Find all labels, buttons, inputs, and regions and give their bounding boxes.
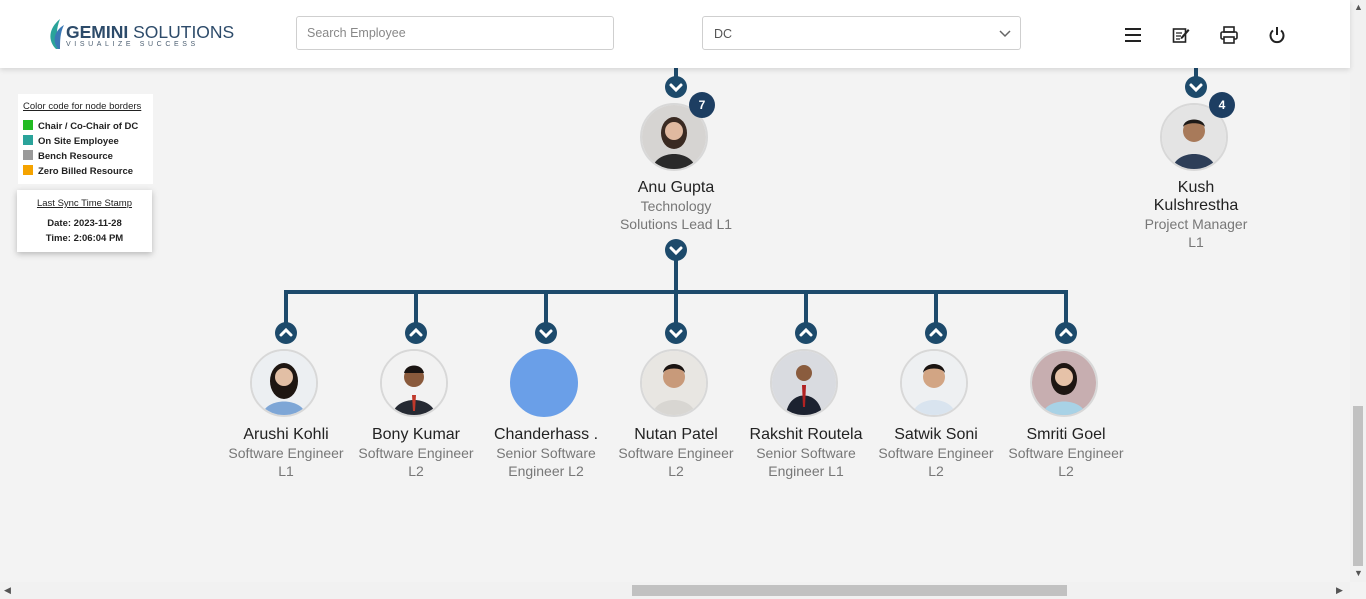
employee-name: Smriti Goel (1026, 426, 1106, 443)
employee-role: L2 (668, 463, 684, 479)
vertical-scrollbar[interactable]: ▲ ▼ (1350, 0, 1366, 582)
horizontal-scroll-thumb[interactable] (632, 585, 1067, 596)
toggle-nutan[interactable] (665, 322, 687, 344)
avatar-satwik-soni[interactable] (900, 349, 968, 417)
print-icon[interactable] (1219, 25, 1239, 45)
legend-swatch (23, 120, 33, 130)
employee-name: Nutan Patel (634, 426, 718, 443)
logo-wordmark: GEMINI SOLUTIONS (66, 22, 235, 42)
dc-select[interactable]: DC (702, 16, 1021, 50)
legend-item-bench: Bench Resource (23, 150, 113, 162)
employee-role: Technology (640, 198, 712, 214)
employee-name: Satwik Soni (894, 426, 978, 443)
employee-name: Kulshrestha (1153, 197, 1239, 214)
node-color-legend: Color code for node borders Chair / Co-C… (18, 94, 153, 184)
legend-item-onsite: On Site Employee (23, 135, 119, 147)
scroll-right-arrow-icon[interactable]: ▶ (1336, 585, 1343, 596)
employee-role: Software Engineer (878, 445, 994, 461)
employee-role: Software Engineer (618, 445, 734, 461)
scroll-left-arrow-icon[interactable]: ◀ (4, 585, 11, 596)
toggle-bony[interactable] (405, 322, 427, 344)
toggle-rakshit[interactable] (795, 322, 817, 344)
toggle-collapse-kush[interactable] (1185, 76, 1207, 98)
legend-swatch (23, 150, 33, 160)
employee-name: Anu Gupta (637, 179, 715, 196)
horizontal-scrollbar[interactable]: ◀ ▶ (0, 582, 1350, 599)
power-icon[interactable] (1267, 25, 1287, 45)
edit-icon[interactable] (1171, 25, 1191, 45)
employee-name: Rakshit Routela (749, 426, 863, 443)
employee-role: Senior Software (496, 445, 596, 461)
node-chanderhass[interactable]: Chanderhass . Senior Software Engineer L… (476, 426, 616, 480)
employee-role: Project Manager (1144, 216, 1248, 232)
toggle-expand-children[interactable] (665, 239, 687, 261)
node-anu-gupta[interactable]: Anu Gupta Technology Solutions Lead L1 (606, 179, 746, 233)
node-bony-kumar[interactable]: Bony Kumar Software Engineer L2 (346, 426, 486, 480)
toggle-collapse-anu[interactable] (665, 76, 687, 98)
employee-role: L2 (1058, 463, 1074, 479)
avatar-smriti-goel[interactable] (1030, 349, 1098, 417)
avatar-placeholder-chanderhass[interactable] (510, 349, 578, 417)
last-sync-card: Last Sync Time Stamp Date: 2023-11-28 Ti… (17, 190, 152, 252)
scroll-down-arrow-icon[interactable]: ▼ (1354, 568, 1363, 578)
toggle-smriti[interactable] (1055, 322, 1077, 344)
logo-tagline: VISUALIZE SUCCESS (66, 41, 199, 48)
node-smriti-goel[interactable]: Smriti Goel Software Engineer L2 (996, 426, 1136, 480)
reports-count-badge: 4 (1209, 92, 1235, 118)
legend-swatch (23, 135, 33, 145)
vertical-scroll-thumb[interactable] (1353, 406, 1363, 566)
employee-name: Arushi Kohli (243, 426, 329, 443)
legend-title: Color code for node borders (23, 101, 142, 112)
dc-select-value: DC (714, 27, 733, 41)
gemini-logo[interactable]: GEMINI SOLUTIONS VISUALIZE SUCCESS (46, 17, 234, 51)
employee-role: Software Engineer (1008, 445, 1124, 461)
node-kush-kulshrestha[interactable]: Kush Kulshrestha Project Manager L1 (1126, 179, 1266, 251)
scroll-up-arrow-icon[interactable]: ▲ (1354, 2, 1363, 12)
legend-item-zero-billed: Zero Billed Resource (23, 165, 133, 177)
employee-role: L1 (1188, 234, 1204, 250)
employee-role: Engineer L2 (508, 463, 584, 479)
node-rakshit-routela[interactable]: Rakshit Routela Senior Software Engineer… (736, 426, 876, 480)
sync-title: Last Sync Time Stamp (36, 198, 133, 209)
legend-item-chair: Chair / Co-Chair of DC (23, 120, 138, 132)
node-satwik-soni[interactable]: Satwik Soni Software Engineer L2 (866, 426, 1006, 480)
toggle-satwik[interactable] (925, 322, 947, 344)
sync-date: Date: 2023-11-28 (47, 218, 122, 229)
employee-role: Software Engineer (228, 445, 344, 461)
menu-icon[interactable] (1123, 25, 1143, 45)
employee-role: Software Engineer (358, 445, 474, 461)
employee-name: Chanderhass . (493, 426, 599, 443)
toggle-chanderhass[interactable] (535, 322, 557, 344)
employee-role: L1 (278, 463, 294, 479)
legend-swatch (23, 165, 33, 175)
app-header: GEMINI SOLUTIONS VISUALIZE SUCCESS DC (0, 0, 1350, 68)
avatar-bony-kumar[interactable] (380, 349, 448, 417)
employee-role: L2 (408, 463, 424, 479)
search-employee-input[interactable] (296, 16, 614, 50)
avatar-nutan-patel[interactable] (640, 349, 708, 417)
reports-count-badge: 7 (689, 92, 715, 118)
employee-name: Bony Kumar (371, 426, 461, 443)
node-arushi-kohli[interactable]: Arushi Kohli Software Engineer L1 (216, 426, 356, 480)
employee-role: Solutions Lead L1 (619, 216, 733, 232)
employee-role: Engineer L1 (768, 463, 844, 479)
chevron-down-icon (999, 30, 1011, 38)
employee-role: L2 (928, 463, 944, 479)
avatar-arushi-kohli[interactable] (250, 349, 318, 417)
node-nutan-patel[interactable]: Nutan Patel Software Engineer L2 (606, 426, 746, 480)
leaf-logo-icon (50, 19, 64, 49)
sync-time: Time: 2:06:04 PM (45, 233, 124, 244)
employee-role: Senior Software (756, 445, 856, 461)
avatar-rakshit-routela[interactable] (770, 349, 838, 417)
toggle-arushi[interactable] (275, 322, 297, 344)
employee-name: Kush (1177, 179, 1215, 196)
